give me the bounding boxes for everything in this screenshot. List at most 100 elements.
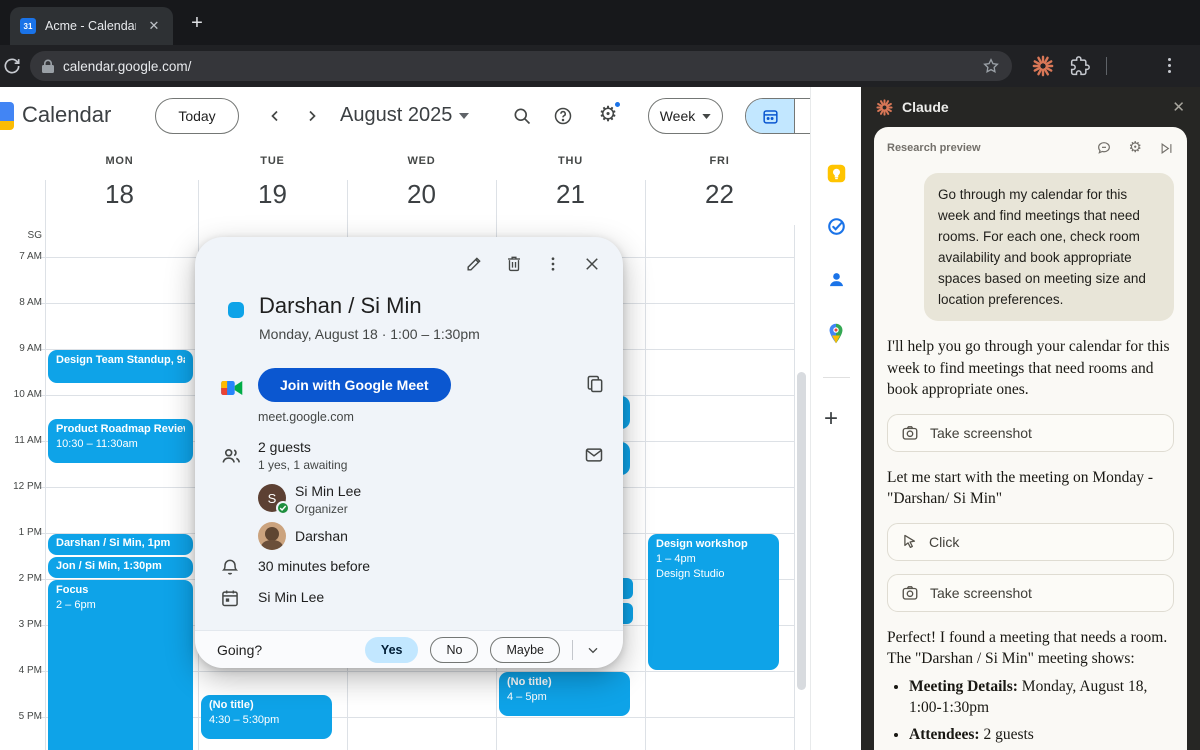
day-number[interactable]: 19 — [198, 179, 347, 210]
rsvp-expand-chevron-icon[interactable] — [585, 642, 601, 658]
action-label: Take screenshot — [930, 585, 1032, 601]
guests-count: 2 guests — [258, 439, 311, 455]
delete-trash-icon[interactable] — [505, 254, 523, 273]
email-guests-icon[interactable] — [584, 445, 604, 465]
time-label: 8 AM — [2, 297, 42, 308]
day-number[interactable]: 20 — [347, 179, 496, 210]
organizer-role: Organizer — [295, 502, 348, 516]
today-button[interactable]: Today — [155, 98, 239, 134]
research-preview-label: Research preview — [887, 142, 981, 154]
day-separator — [347, 180, 348, 225]
keep-icon[interactable] — [826, 163, 847, 184]
action-label: Click — [929, 534, 959, 550]
time-label: 2 PM — [2, 573, 42, 584]
day-name: WED — [347, 155, 496, 167]
calendar-event[interactable]: Product Roadmap Review10:30 – 11:30am — [48, 419, 193, 463]
bookmark-star-icon[interactable] — [982, 57, 1000, 75]
calendar-event[interactable]: Design Team Standup, 9am — [48, 350, 193, 383]
time-label: 9 AM — [2, 343, 42, 354]
time-label: 5 PM — [2, 711, 42, 722]
copy-icon[interactable] — [585, 374, 605, 394]
claude-panel: Research preview ⚙ Go through my calenda… — [874, 127, 1187, 750]
address-bar[interactable]: calendar.google.com/ — [30, 51, 1012, 81]
take-screenshot-action[interactable]: Take screenshot — [887, 414, 1174, 452]
grid-scrollbar[interactable] — [797, 372, 806, 690]
contacts-icon[interactable] — [826, 269, 847, 290]
tab-close-icon[interactable]: ✕ — [145, 17, 163, 35]
browser-toolbar: calendar.google.com/ M — [0, 45, 1200, 87]
action-label: Take screenshot — [930, 425, 1032, 441]
get-add-ons-icon[interactable]: + — [824, 405, 838, 433]
new-chat-icon[interactable] — [1096, 140, 1112, 156]
calendar-owner-icon — [220, 588, 240, 608]
help-icon[interactable] — [553, 106, 573, 126]
extensions-puzzle-icon[interactable] — [1070, 56, 1090, 76]
event-popup: Darshan / Si Min Monday, August 18 · 1:0… — [195, 237, 623, 668]
join-meet-button[interactable]: Join with Google Meet — [258, 368, 451, 402]
click-action[interactable]: Click — [887, 523, 1174, 561]
day-header[interactable]: MON18 — [45, 155, 194, 210]
cursor-icon — [901, 533, 918, 550]
view-selector[interactable]: Week — [648, 98, 723, 134]
organizer-initial: S — [268, 491, 277, 506]
time-label: 10 AM — [2, 389, 42, 400]
camera-icon — [901, 584, 919, 602]
time-label: 3 PM — [2, 619, 42, 630]
day-header[interactable]: FRI 22 — [645, 155, 794, 210]
claude-settings-icon[interactable]: ⚙ — [1129, 140, 1142, 156]
calendar-event[interactable]: Jon / Si Min, 1:30pm — [48, 557, 193, 578]
prev-chevron-icon[interactable] — [266, 107, 284, 125]
period-label: August 2025 — [340, 104, 452, 127]
calendar-event[interactable]: (No title)4:30 – 5:30pm — [201, 695, 332, 739]
reload-icon[interactable] — [2, 56, 22, 76]
search-icon[interactable] — [512, 106, 532, 126]
claude-message: I'll help you go through your calendar f… — [887, 336, 1174, 401]
claude-close-icon[interactable]: ✕ — [1172, 98, 1185, 116]
browser-tab[interactable]: 31 Acme - Calendar ✕ — [10, 7, 173, 45]
edit-pencil-icon[interactable] — [465, 254, 484, 273]
collapse-panel-icon[interactable] — [1159, 141, 1174, 156]
day-header[interactable]: TUE 19 — [198, 155, 347, 210]
settings-gear-icon[interactable]: ⚙ — [596, 103, 620, 127]
time-label: 11 AM — [2, 435, 42, 446]
day-name: FRI — [645, 155, 794, 167]
claude-extension-icon[interactable] — [1032, 55, 1054, 77]
calendar-event[interactable]: Design workshop1 – 4pmDesign Studio — [648, 534, 779, 670]
tab-strip: 31 Acme - Calendar ✕ + — [0, 0, 1200, 45]
day-name: TUE — [198, 155, 347, 167]
more-options-icon[interactable] — [544, 255, 562, 273]
rsvp-no-button[interactable]: No — [430, 637, 478, 663]
calendar-event[interactable]: (No title)4 – 5pm — [499, 672, 630, 716]
close-icon[interactable] — [583, 255, 601, 273]
day-number[interactable]: 18 — [45, 179, 194, 210]
new-tab-button[interactable]: + — [186, 12, 208, 34]
guests-icon — [220, 445, 242, 467]
rsvp-yes-button[interactable]: Yes — [365, 637, 419, 663]
notification-bell-icon — [220, 557, 240, 577]
period-selector[interactable]: August 2025 — [340, 104, 469, 127]
guest-name: Darshan — [295, 528, 348, 544]
day-header[interactable]: WED 20 — [347, 155, 496, 210]
accepted-check-badge — [276, 501, 290, 515]
day-header[interactable]: THU21 — [496, 155, 645, 210]
maps-icon[interactable] — [826, 323, 846, 344]
take-screenshot-action[interactable]: Take screenshot — [887, 574, 1174, 612]
day-number[interactable]: 21 — [496, 179, 645, 210]
user-message: Go through my calendar for this week and… — [924, 173, 1174, 321]
organizer-name: Si Min Lee — [295, 483, 361, 499]
day-separator — [198, 180, 199, 225]
calendar-event[interactable]: Focus2 – 6pm — [48, 580, 193, 750]
claude-bullet: Meeting Details: Monday, August 18, 1:00… — [909, 676, 1174, 719]
calendar-logo — [0, 102, 14, 130]
calendar-event[interactable]: Darshan / Si Min, 1pm — [48, 534, 193, 555]
organizer-avatar: S — [258, 484, 286, 512]
browser-menu-icon[interactable] — [1168, 58, 1171, 73]
calendar-view-toggle[interactable] — [746, 99, 795, 133]
rsvp-maybe-button[interactable]: Maybe — [490, 637, 560, 663]
next-chevron-icon[interactable] — [303, 107, 321, 125]
day-number[interactable]: 22 — [645, 179, 794, 210]
time-label: 12 PM — [2, 481, 42, 492]
guests-status: 1 yes, 1 awaiting — [258, 458, 347, 472]
tasks-icon[interactable] — [826, 216, 847, 237]
day-separator — [45, 180, 46, 225]
